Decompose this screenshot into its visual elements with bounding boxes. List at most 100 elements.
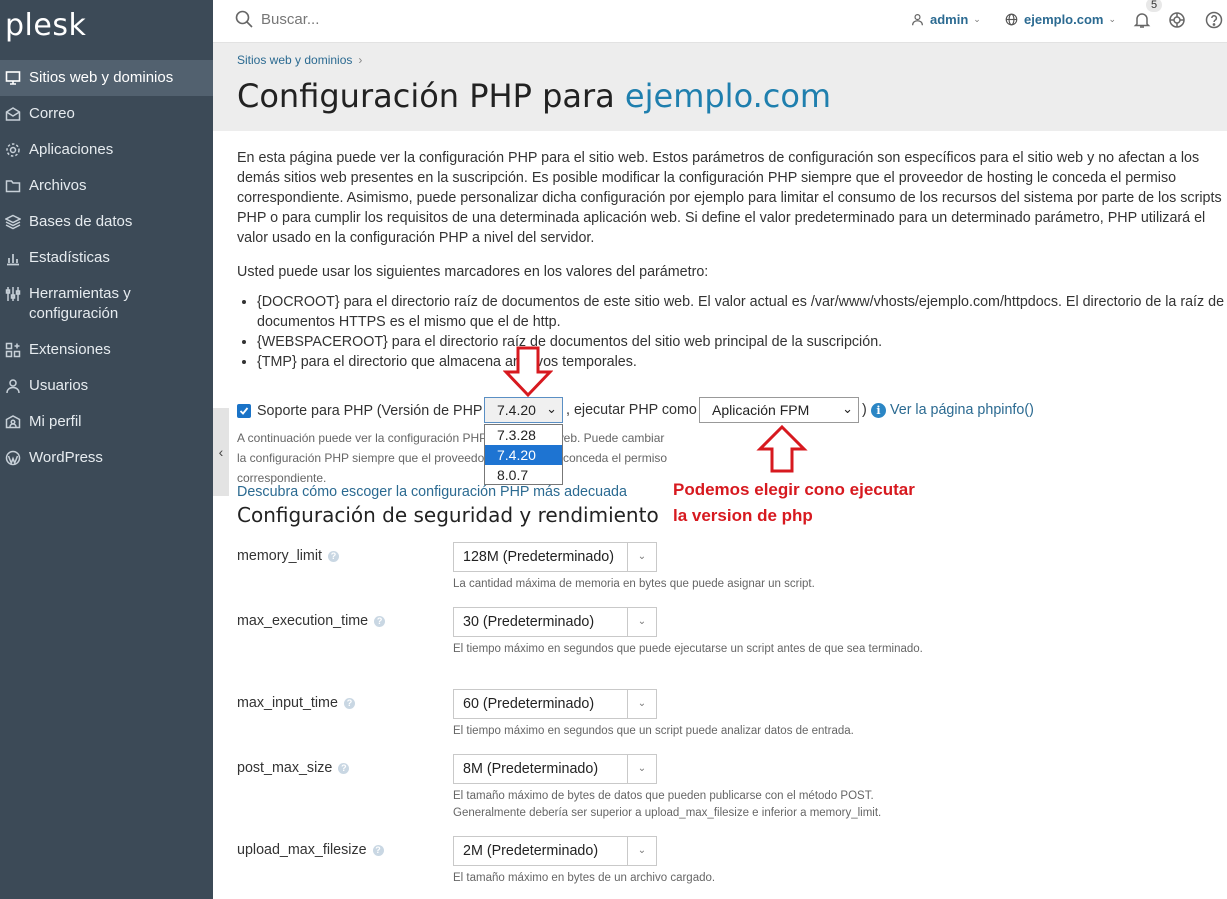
help-icon[interactable]: ? [374,615,386,627]
setting-desc: La cantidad máxima de memoria en bytes q… [453,578,815,590]
php-support-checkbox[interactable] [237,404,251,418]
chevron-right-icon: › [358,53,363,67]
sidebar-item-databases[interactable]: Bases de datos [0,204,213,240]
setting-name: max_execution_time [237,613,369,629]
page-title-domain: ejemplo.com [624,77,832,115]
annotation-text: Podemos elegir cono ejecutar la version … [673,477,915,529]
max-execution-time-combo[interactable]: 30 (Predeterminado) ⌄ [453,607,657,637]
php-version-option[interactable]: 7.3.28 [485,425,562,445]
combo-value[interactable]: 2M (Predeterminado) [463,843,598,859]
sidebar-nav: Sitios web y dominios Correo Aplicacione… [0,60,213,476]
run-as-label: , ejecutar PHP como [566,402,697,418]
mail-icon [4,105,21,122]
combo-value[interactable]: 8M (Predeterminado) [463,761,598,777]
sidebar-item-label: Mi perfil [29,413,82,430]
sidebar-item-tools[interactable]: Herramientas y configuración [0,276,213,332]
memory-limit-combo[interactable]: 128M (Predeterminado) ⌄ [453,542,657,572]
phpinfo-link[interactable]: Ver la página phpinfo() [890,402,1034,418]
bar-chart-icon [4,249,21,266]
breadcrumb: Sitios web y dominios › [237,53,362,67]
help-icon[interactable]: ? [338,762,350,774]
main-content: En esta página puede ver la configuració… [237,148,1227,372]
domain-selector[interactable]: ejemplo.com ⌄ [1005,12,1116,27]
markers-list: {DOCROOT} para el directorio raíz de doc… [237,292,1227,372]
post-max-size-combo[interactable]: 8M (Predeterminado) ⌄ [453,754,657,784]
php-version-option[interactable]: 8.0.7 [485,465,562,485]
sidebar-item-label: Usuarios [29,377,89,394]
folder-icon [4,177,21,194]
setting-name: memory_limit [237,548,322,564]
sidebar-item-label: Extensiones [29,341,111,358]
sidebar-item-profile[interactable]: Mi perfil [0,404,213,440]
combo-value[interactable]: 30 (Predeterminado) [463,614,594,630]
chevron-down-icon[interactable]: ⌄ [627,690,656,718]
page-title: Configuración PHP para ejemplo.com [237,77,831,115]
breadcrumb-link[interactable]: Sitios web y dominios [237,53,352,67]
chevron-down-icon: ⌄ [842,401,853,416]
setting-desc: El tiempo máximo en segundos que puede e… [453,643,923,655]
max-input-time-combo[interactable]: 60 (Predeterminado) ⌄ [453,689,657,719]
page-header: Sitios web y dominios › Configuración PHP… [213,43,1227,131]
id-card-icon [4,413,21,430]
sidebar-item-websites[interactable]: Sitios web y dominios [0,60,213,96]
annotation-arrow-up [756,424,808,473]
bug-report-icon[interactable] [1168,11,1186,29]
sidebar-item-files[interactable]: Archivos [0,168,213,204]
user-icon [912,14,923,26]
user-name: admin [930,12,969,27]
php-version-option-selected[interactable]: 7.4.20 [485,445,562,465]
plesk-logo[interactable]: plesk [5,8,86,43]
sidebar-item-mail[interactable]: Correo [0,96,213,132]
php-support-label: Soporte para PHP (Versión de PHP [257,403,483,419]
setting-desc: El tamaño máximo de bytes de datos que p… [453,790,882,819]
help-icon[interactable]: ? [343,697,355,709]
list-item: {DOCROOT} para el directorio raíz de doc… [257,292,1227,332]
php-handler-select[interactable]: Aplicación FPM ⌄ [699,397,859,423]
close-paren: ) [862,402,867,418]
sidebar-item-statistics[interactable]: Estadísticas [0,240,213,276]
sidebar-item-label: Archivos [29,177,87,194]
gear-icon [4,141,21,158]
notifications-icon[interactable] [1133,11,1151,29]
section-title: Configuración de seguridad y rendimiento [237,503,659,527]
sidebar-item-label: Aplicaciones [29,141,114,158]
sidebar-item-applications[interactable]: Aplicaciones [0,132,213,168]
chevron-down-icon[interactable]: ⌄ [627,608,656,636]
sidebar-item-extensions[interactable]: Extensiones [0,332,213,368]
wordpress-icon [4,449,21,466]
help-icon[interactable]: ? [328,550,339,562]
setting-label-max-input-time: max_input_time? [237,695,355,711]
php-version-select[interactable]: 7.4.20 ⌄ [484,397,563,423]
domain-name: ejemplo.com [1024,12,1104,27]
check-icon [239,407,249,415]
combo-value[interactable]: 128M (Predeterminado) [463,549,614,565]
setting-label-post-max-size: post_max_size? [237,760,350,776]
markers-intro: Usted puede usar los siguientes marcador… [237,264,709,280]
sidebar-item-wordpress[interactable]: WordPress [0,440,213,476]
choose-config-link[interactable]: Descubra cómo escoger la configuración P… [237,484,627,500]
search-input[interactable]: Buscar... [261,11,319,28]
combo-value[interactable]: 60 (Predeterminado) [463,696,594,712]
chevron-down-icon: ⌄ [973,14,981,24]
globe-icon [1005,13,1018,26]
chevron-down-icon[interactable]: ⌄ [627,543,656,571]
user-menu[interactable]: admin ⌄ [911,12,981,27]
sidebar-collapse-handle[interactable]: ‹ [213,408,229,496]
sidebar-item-label: Estadísticas [29,249,110,266]
sidebar-item-users[interactable]: Usuarios [0,368,213,404]
sidebar-item-label: WordPress [29,449,103,466]
help-icon[interactable] [1205,11,1223,29]
list-item: {TMP} para el directorio que almacena ar… [257,352,1227,372]
chevron-down-icon[interactable]: ⌄ [627,755,656,783]
php-version-value: 7.4.20 [497,402,536,418]
chevron-down-icon[interactable]: ⌄ [627,837,656,865]
help-icon[interactable]: ? [372,844,384,856]
setting-label-upload-max-filesize: upload_max_filesize? [237,842,384,858]
setting-name: post_max_size [237,760,333,776]
sidebar-item-label: Herramientas y configuración [29,285,131,322]
user-icon [4,377,21,394]
chevron-down-icon: ⌄ [546,401,557,416]
setting-label-memory-limit: memory_limit? [237,548,339,564]
info-icon[interactable]: i [871,403,886,418]
upload-max-filesize-combo[interactable]: 2M (Predeterminado) ⌄ [453,836,657,866]
